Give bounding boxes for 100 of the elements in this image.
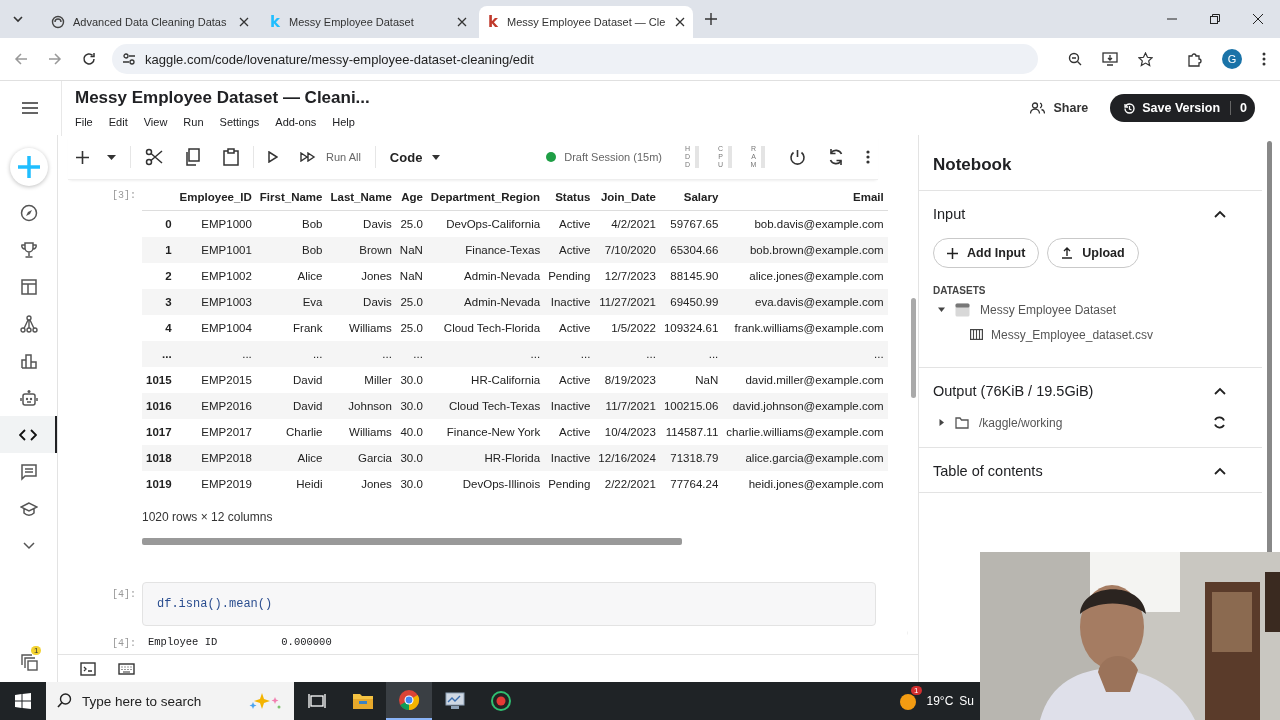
notebook-title[interactable]: Messy Employee Dataset — Cleani... (75, 88, 370, 108)
taskbar-search-field[interactable]: Type here to search (46, 682, 294, 720)
address-bar[interactable]: kaggle.com/code/lovenature/messy-employee-dataset-cleaning/edit (112, 44, 1038, 74)
more-icon[interactable] (866, 150, 870, 164)
table-cell: 25.0 (395, 210, 427, 237)
column-header: Department_Region (426, 183, 545, 211)
upload-button[interactable]: Upload (1047, 238, 1139, 268)
scrollbar-thumb[interactable] (911, 298, 916, 398)
close-icon[interactable] (457, 17, 467, 27)
star-icon[interactable] (1138, 51, 1153, 67)
cell-type-dropdown[interactable]: Code (389, 149, 441, 165)
tab-search-icon[interactable] (12, 13, 24, 25)
chevron-up-icon[interactable] (1214, 210, 1226, 218)
table-cell: DevOps-Illinois (426, 471, 545, 497)
zoom-icon[interactable] (1068, 52, 1082, 66)
run-all-button[interactable]: Run All (300, 151, 361, 163)
record-icon (491, 691, 511, 711)
table-cell: Williams (326, 419, 396, 445)
nav-item[interactable] (0, 416, 57, 453)
table-cell: ... (426, 341, 545, 367)
table-cell: 4/2/2021 (594, 210, 660, 237)
tree-item[interactable]: Messy_Employee_dataset.csv (933, 323, 1248, 346)
row-index: 1 (142, 237, 176, 263)
table-cell: EMP1001 (175, 237, 256, 263)
menu-icon[interactable] (1262, 52, 1266, 66)
menu-item[interactable]: Settings (219, 116, 260, 128)
table-cell: Miller (326, 367, 396, 393)
add-cell-icon[interactable] (76, 150, 89, 164)
add-input-button[interactable]: Add Input (933, 238, 1040, 268)
refresh-icon[interactable] (828, 148, 844, 166)
scissors-icon[interactable] (145, 148, 163, 166)
code-cell[interactable]: df.isna().mean() (142, 582, 876, 626)
install-icon[interactable] (1102, 52, 1118, 66)
extensions-icon[interactable] (1187, 51, 1202, 67)
back-icon[interactable] (14, 52, 28, 66)
new-tab-icon[interactable] (705, 13, 717, 25)
fast-forward-icon (300, 152, 316, 162)
caret-icon[interactable] (107, 154, 116, 160)
table-cell: HR-California (426, 367, 545, 393)
profile-avatar[interactable]: G (1222, 49, 1242, 69)
browser-tab[interactable]: k Messy Employee Dataset — Cle (479, 6, 693, 38)
table-cell: 12/7/2023 (594, 263, 660, 289)
session-status[interactable]: Draft Session (15m) (564, 151, 662, 163)
column-header: Age (395, 183, 427, 211)
table-cell: david.miller@example.com (722, 367, 888, 393)
refresh-icon[interactable] (1213, 416, 1226, 429)
maximize-icon[interactable] (1210, 14, 1220, 24)
reload-icon[interactable] (82, 52, 96, 66)
taskbar-app[interactable] (386, 682, 432, 720)
copy-icon[interactable] (185, 148, 201, 166)
scrollbar-thumb[interactable] (142, 538, 682, 545)
close-icon[interactable] (1253, 14, 1263, 24)
menu-item[interactable]: Help (332, 116, 355, 128)
menu-icon[interactable] (22, 102, 38, 114)
menu-item[interactable]: View (143, 116, 168, 128)
notification-badge: 1 (31, 646, 42, 655)
tree-item[interactable]: Messy Employee Dataset (933, 298, 1248, 321)
table-cell: Admin-Nevada (426, 289, 545, 315)
menu-item[interactable]: Run (183, 116, 204, 128)
browser-tab[interactable]: k Messy Employee Dataset (261, 6, 475, 38)
chevron-up-icon[interactable] (1214, 387, 1226, 395)
column-header: First_Name (255, 183, 327, 211)
forward-icon[interactable] (48, 52, 62, 66)
caret-down-icon[interactable] (938, 306, 945, 313)
table-cell: 8/19/2023 (594, 367, 660, 393)
tab-favicon: k (487, 13, 499, 31)
notifications-button[interactable]: 1 (0, 643, 57, 680)
clipboard-icon[interactable] (223, 148, 239, 166)
cell-prompt: [3]: (111, 189, 137, 203)
table-cell: NaN (395, 237, 427, 263)
table-cell: 65304.66 (659, 237, 723, 263)
caret-right-icon[interactable] (938, 419, 945, 426)
save-version-button[interactable]: Save Version 0 (1110, 94, 1255, 122)
row-index: 1017 (142, 419, 176, 445)
windows-start-icon[interactable] (15, 693, 31, 709)
terminal-icon[interactable] (80, 661, 96, 676)
table-cell: NaN (659, 367, 723, 393)
menu-item[interactable]: Add-ons (275, 116, 317, 128)
upload-icon (1061, 247, 1074, 259)
keyboard-icon[interactable] (118, 662, 135, 675)
site-info-icon[interactable] (122, 52, 136, 66)
robot-icon (19, 388, 38, 407)
code-line: df.isna().mean() (157, 597, 273, 611)
power-icon[interactable] (789, 148, 806, 166)
menu-item[interactable]: File (75, 116, 93, 128)
close-icon[interactable] (675, 17, 685, 27)
tree-item[interactable]: /kaggle/working (933, 411, 1248, 434)
run-icon[interactable] (268, 151, 278, 163)
table-cell: Alice (255, 445, 327, 471)
monitor-icon (444, 691, 466, 711)
table-cell: EMP2018 (175, 445, 256, 471)
table-cell: 30.0 (395, 393, 427, 419)
share-button[interactable]: Share (1026, 95, 1093, 121)
browser-tab[interactable]: Advanced Data Cleaning Datas (43, 6, 257, 38)
close-icon[interactable] (239, 17, 249, 27)
row-index: ... (142, 341, 176, 367)
table-cell: Williams (326, 315, 396, 341)
menu-item[interactable]: Edit (108, 116, 128, 128)
chevron-up-icon[interactable] (1214, 467, 1226, 475)
table-cell: ... (722, 341, 888, 367)
